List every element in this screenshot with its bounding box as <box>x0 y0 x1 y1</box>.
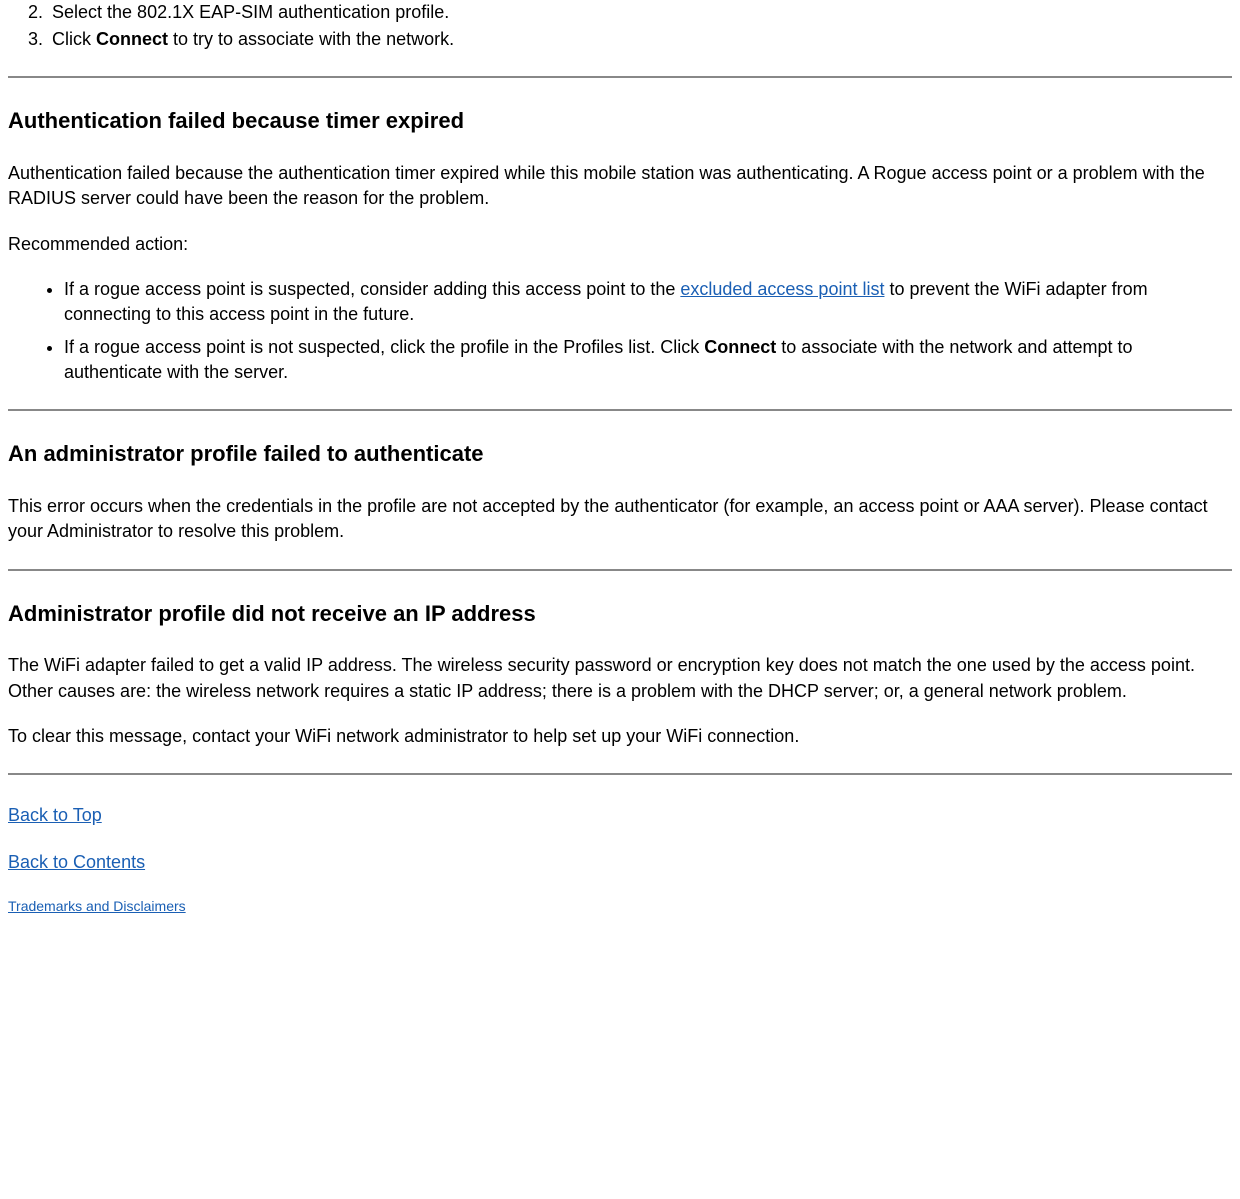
paragraph: Recommended action: <box>8 232 1232 257</box>
step-bold: Connect <box>96 29 168 49</box>
bullet-bold: Connect <box>704 337 776 357</box>
divider <box>8 569 1232 571</box>
divider <box>8 773 1232 775</box>
list-item: If a rogue access point is suspected, co… <box>64 277 1232 327</box>
step-prefix: Click <box>52 29 96 49</box>
trademarks-link[interactable]: Trademarks and Disclaimers <box>8 898 186 914</box>
paragraph: This error occurs when the credentials i… <box>8 494 1232 544</box>
nav-back-to-contents: Back to Contents <box>8 850 1232 875</box>
section-heading: An administrator profile failed to authe… <box>8 439 1232 470</box>
divider <box>8 409 1232 411</box>
step-suffix: to try to associate with the network. <box>168 29 454 49</box>
section-heading: Administrator profile did not receive an… <box>8 599 1232 630</box>
list-item: Select the 802.1X EAP-SIM authentication… <box>48 0 1232 25</box>
paragraph: Authentication failed because the authen… <box>8 161 1232 211</box>
bullet-list: If a rogue access point is suspected, co… <box>8 277 1232 386</box>
list-item: If a rogue access point is not suspected… <box>64 335 1232 385</box>
excluded-access-point-link[interactable]: excluded access point list <box>680 279 884 299</box>
divider <box>8 76 1232 78</box>
step-text: Select the 802.1X EAP-SIM authentication… <box>52 2 449 22</box>
bullet-prefix: If a rogue access point is suspected, co… <box>64 279 680 299</box>
nav-back-to-top: Back to Top <box>8 803 1232 828</box>
nav-trademarks: Trademarks and Disclaimers <box>8 897 1232 917</box>
paragraph: The WiFi adapter failed to get a valid I… <box>8 653 1232 703</box>
bullet-prefix: If a rogue access point is not suspected… <box>64 337 704 357</box>
back-to-contents-link[interactable]: Back to Contents <box>8 852 145 872</box>
paragraph: To clear this message, contact your WiFi… <box>8 724 1232 749</box>
back-to-top-link[interactable]: Back to Top <box>8 805 102 825</box>
list-item: Click Connect to try to associate with t… <box>48 27 1232 52</box>
section-heading: Authentication failed because timer expi… <box>8 106 1232 137</box>
numbered-steps: Select the 802.1X EAP-SIM authentication… <box>8 0 1232 52</box>
